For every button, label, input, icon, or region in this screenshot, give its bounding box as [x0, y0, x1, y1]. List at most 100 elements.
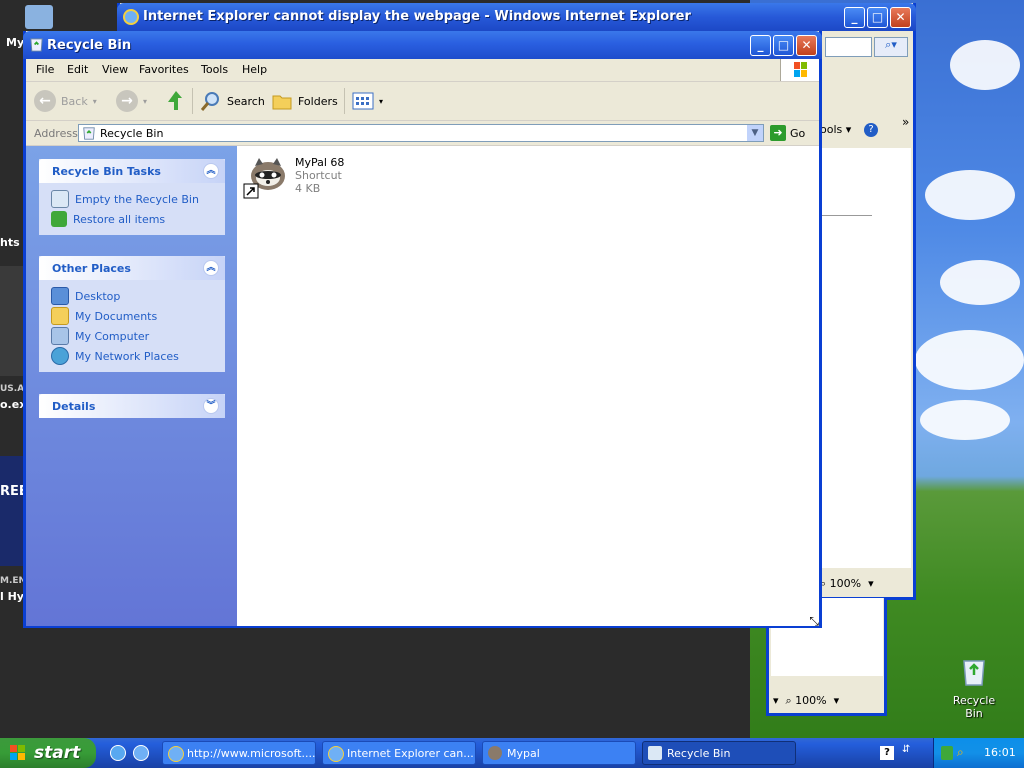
resize-grip-icon[interactable]: ⤡ — [809, 614, 819, 629]
minimize-button[interactable]: _ — [750, 35, 771, 56]
address-input[interactable]: Recycle Bin ▼ — [78, 124, 764, 142]
menu-favorites[interactable]: Favorites — [139, 63, 189, 76]
up-arrow-icon — [168, 91, 182, 110]
cloud — [925, 170, 1015, 220]
back-arrow-icon: ← — [34, 90, 56, 112]
up-folder-button[interactable] — [164, 89, 186, 113]
file-list: MyPal 68 Shortcut 4 KB — [237, 146, 819, 626]
taskbar-item[interactable]: Internet Explorer can... — [322, 741, 476, 765]
place-my-documents-link[interactable]: My Documents — [51, 306, 225, 326]
taskbar-item[interactable]: http://www.microsoft.... — [162, 741, 316, 765]
my-documents-icon — [51, 307, 69, 325]
collapse-chevron-icon[interactable]: ︽ — [203, 260, 219, 276]
maximize-button[interactable]: □ — [773, 35, 794, 56]
address-dropdown-icon[interactable]: ▼ — [747, 125, 763, 141]
partial-text: hts — [0, 236, 20, 249]
window-title-bar[interactable]: Recycle Bin _ □ ✕ — [23, 31, 822, 59]
expand-chevron-icon[interactable]: ︾ — [203, 398, 219, 414]
panel-header[interactable]: Other Places ︽ — [39, 256, 225, 280]
place-desktop-link[interactable]: Desktop — [51, 286, 225, 306]
panel-header[interactable]: Details ︾ — [39, 394, 225, 418]
ie-quicklaunch-icon[interactable] — [133, 745, 149, 761]
search-icon — [200, 92, 219, 111]
cloud — [940, 260, 1020, 305]
restore-all-link[interactable]: Restore all items — [51, 209, 225, 229]
panel-title: Recycle Bin Tasks — [52, 165, 161, 178]
ie-icon — [123, 9, 139, 25]
cloud — [920, 400, 1010, 440]
partial-text: US.A — [0, 384, 25, 394]
folders-button[interactable]: Folders — [271, 89, 338, 113]
start-button[interactable]: start — [0, 738, 96, 768]
desktop-text: My — [6, 36, 25, 49]
start-label: start — [34, 743, 81, 763]
close-button[interactable]: ✕ — [796, 35, 817, 56]
help-icon[interactable]: ? — [864, 123, 878, 137]
ie-title-bar[interactable]: Internet Explorer cannot display the web… — [117, 3, 916, 31]
ie-window-title: Internet Explorer cannot display the web… — [143, 9, 691, 24]
chevron-more-icon[interactable]: » — [902, 115, 909, 129]
arrows-icon[interactable]: ⇵ — [902, 744, 910, 755]
menu-view[interactable]: View — [102, 63, 128, 76]
recycle-bin-icon — [648, 746, 662, 760]
ie-icon — [328, 746, 344, 762]
mypal-raccoon-icon — [243, 158, 285, 199]
recycle-bin-window[interactable]: Recycle Bin _ □ ✕ File Edit View Favorit… — [23, 31, 822, 628]
ie-search-input[interactable] — [825, 37, 872, 57]
thumbnail — [0, 266, 24, 376]
ie-content — [820, 148, 911, 568]
views-button[interactable]: ▾ — [352, 89, 383, 113]
empty-bin-icon — [51, 190, 69, 208]
empty-recycle-bin-link[interactable]: Empty the Recycle Bin — [51, 189, 225, 209]
toolbar-divider — [192, 88, 193, 114]
panel-header[interactable]: Recycle Bin Tasks ︽ — [39, 159, 225, 183]
system-tray: ⌕ 16:01 — [933, 738, 1024, 768]
maximize-button[interactable]: □ — [867, 7, 888, 28]
clock[interactable]: 16:01 — [984, 746, 1016, 759]
zoom-control[interactable]: ⌕ 100% ▾ — [820, 577, 874, 591]
help-icon[interactable]: ? — [880, 746, 894, 760]
menu-bar: File Edit View Favorites Tools Help — [26, 59, 819, 82]
forward-button[interactable]: → ▾ — [116, 89, 147, 113]
windows-flag-icon — [10, 745, 25, 760]
menu-edit[interactable]: Edit — [67, 63, 88, 76]
file-name: MyPal 68 — [295, 156, 345, 169]
place-my-computer-link[interactable]: My Computer — [51, 326, 225, 346]
taskbar-item[interactable]: Mypal — [482, 741, 636, 765]
divider — [820, 215, 872, 216]
desktop-recycle-bin[interactable]: Recycle Bin — [945, 655, 1003, 720]
mypal-icon — [488, 746, 502, 760]
tools-menu[interactable]: ools ▾ — [820, 123, 851, 136]
search-button[interactable]: Search — [200, 89, 265, 113]
zoom-control[interactable]: ▾ ⌕ 100% ▾ — [773, 694, 839, 708]
file-item[interactable]: MyPal 68 Shortcut 4 KB — [243, 154, 373, 204]
menu-file[interactable]: File — [36, 63, 54, 76]
network-places-icon — [51, 347, 69, 365]
tray-network-icon[interactable] — [941, 746, 953, 760]
desktop-icon-label: Recycle Bin — [952, 694, 996, 720]
details-panel: Details ︾ — [39, 394, 225, 418]
menu-help[interactable]: Help — [242, 63, 267, 76]
go-button[interactable]: ➜ Go — [770, 125, 805, 141]
minimize-button[interactable]: _ — [844, 7, 865, 28]
windows-logo — [780, 59, 819, 81]
cloud — [915, 330, 1024, 390]
search-icon[interactable]: ⌕▾ — [874, 37, 908, 57]
windows-flag-icon — [794, 62, 807, 77]
taskbar-item-active[interactable]: Recycle Bin — [642, 741, 796, 765]
window-title: Recycle Bin — [47, 38, 132, 53]
back-button[interactable]: ← Back ▾ — [34, 89, 97, 113]
collapse-chevron-icon[interactable]: ︽ — [203, 163, 219, 179]
place-my-network-link[interactable]: My Network Places — [51, 346, 225, 366]
ie-icon — [168, 746, 184, 762]
my-computer-icon — [25, 5, 53, 29]
recycle-bin-icon — [30, 38, 43, 52]
recycle-bin-icon — [963, 660, 985, 686]
menu-tools[interactable]: Tools — [201, 63, 228, 76]
views-icon — [352, 92, 374, 110]
restore-icon — [51, 211, 67, 227]
close-button[interactable]: ✕ — [890, 7, 911, 28]
ie-quicklaunch-icon[interactable] — [110, 745, 126, 761]
cloud — [950, 40, 1020, 90]
tray-search-icon[interactable]: ⌕ — [957, 745, 964, 760]
